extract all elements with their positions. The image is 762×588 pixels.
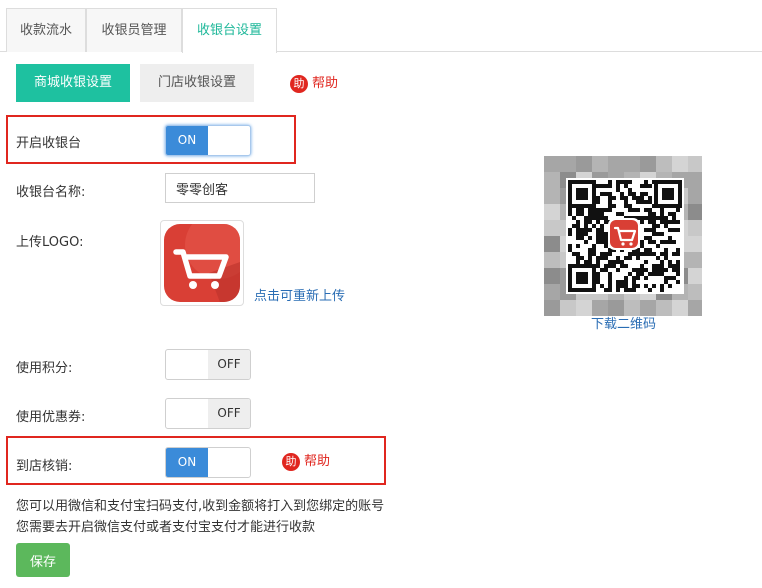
tab-cashier-management[interactable]: 收银员管理 (86, 8, 182, 52)
toggle-off-state: OFF (208, 399, 250, 428)
top-tab-bar: 收款流水 收银员管理 收银台设置 (0, 0, 762, 53)
use-coupons-label: 使用优惠券: (16, 410, 86, 425)
cashier-name-input[interactable] (165, 173, 315, 203)
save-button[interactable]: 保存 (16, 543, 70, 577)
subtab-store-cashier-settings[interactable]: 门店收银设置 (140, 64, 254, 102)
instore-verify-label: 到店核销: (16, 459, 73, 474)
info-note: 您可以用微信和支付宝扫码支付,收到金额将打入到您绑定的账号 (16, 499, 385, 514)
shopping-cart-icon (164, 224, 240, 302)
reupload-logo-link[interactable]: 点击可重新上传 (254, 285, 345, 304)
qr-code-image (544, 156, 704, 316)
tab-cashier-settings[interactable]: 收银台设置 (182, 8, 277, 53)
qr-code (544, 156, 704, 316)
cashier-name-label: 收银台名称: (16, 185, 86, 200)
toggle-on-state: ON (166, 448, 208, 477)
help-link[interactable]: 助帮助 (282, 452, 330, 472)
help-badge-icon: 助 (282, 453, 300, 471)
toggle-off-state: OFF (208, 350, 250, 379)
enable-cashier-toggle[interactable]: ON (165, 125, 251, 156)
instore-verify-toggle[interactable]: ON (165, 447, 251, 478)
use-coupons-toggle[interactable]: OFF (165, 398, 251, 429)
download-qr-link[interactable]: 下载二维码 (591, 313, 656, 332)
upload-logo-label: 上传LOGO: (16, 235, 84, 250)
help-link[interactable]: 助帮助 (290, 74, 338, 94)
use-points-label: 使用积分: (16, 361, 73, 376)
help-label: 帮助 (304, 454, 331, 469)
help-badge-icon: 助 (290, 75, 308, 93)
use-points-toggle[interactable]: OFF (165, 349, 251, 380)
help-label: 帮助 (312, 76, 339, 91)
enable-cashier-label: 开启收银台 (16, 136, 82, 151)
tab-payment-flow[interactable]: 收款流水 (6, 8, 86, 52)
toggle-on-state: ON (166, 126, 208, 155)
info-note: 您需要去开启微信支付或者支付宝支付才能进行收款 (16, 520, 316, 535)
subtab-mall-cashier-settings[interactable]: 商城收银设置 (16, 64, 130, 102)
logo-upload-area[interactable] (160, 220, 244, 306)
